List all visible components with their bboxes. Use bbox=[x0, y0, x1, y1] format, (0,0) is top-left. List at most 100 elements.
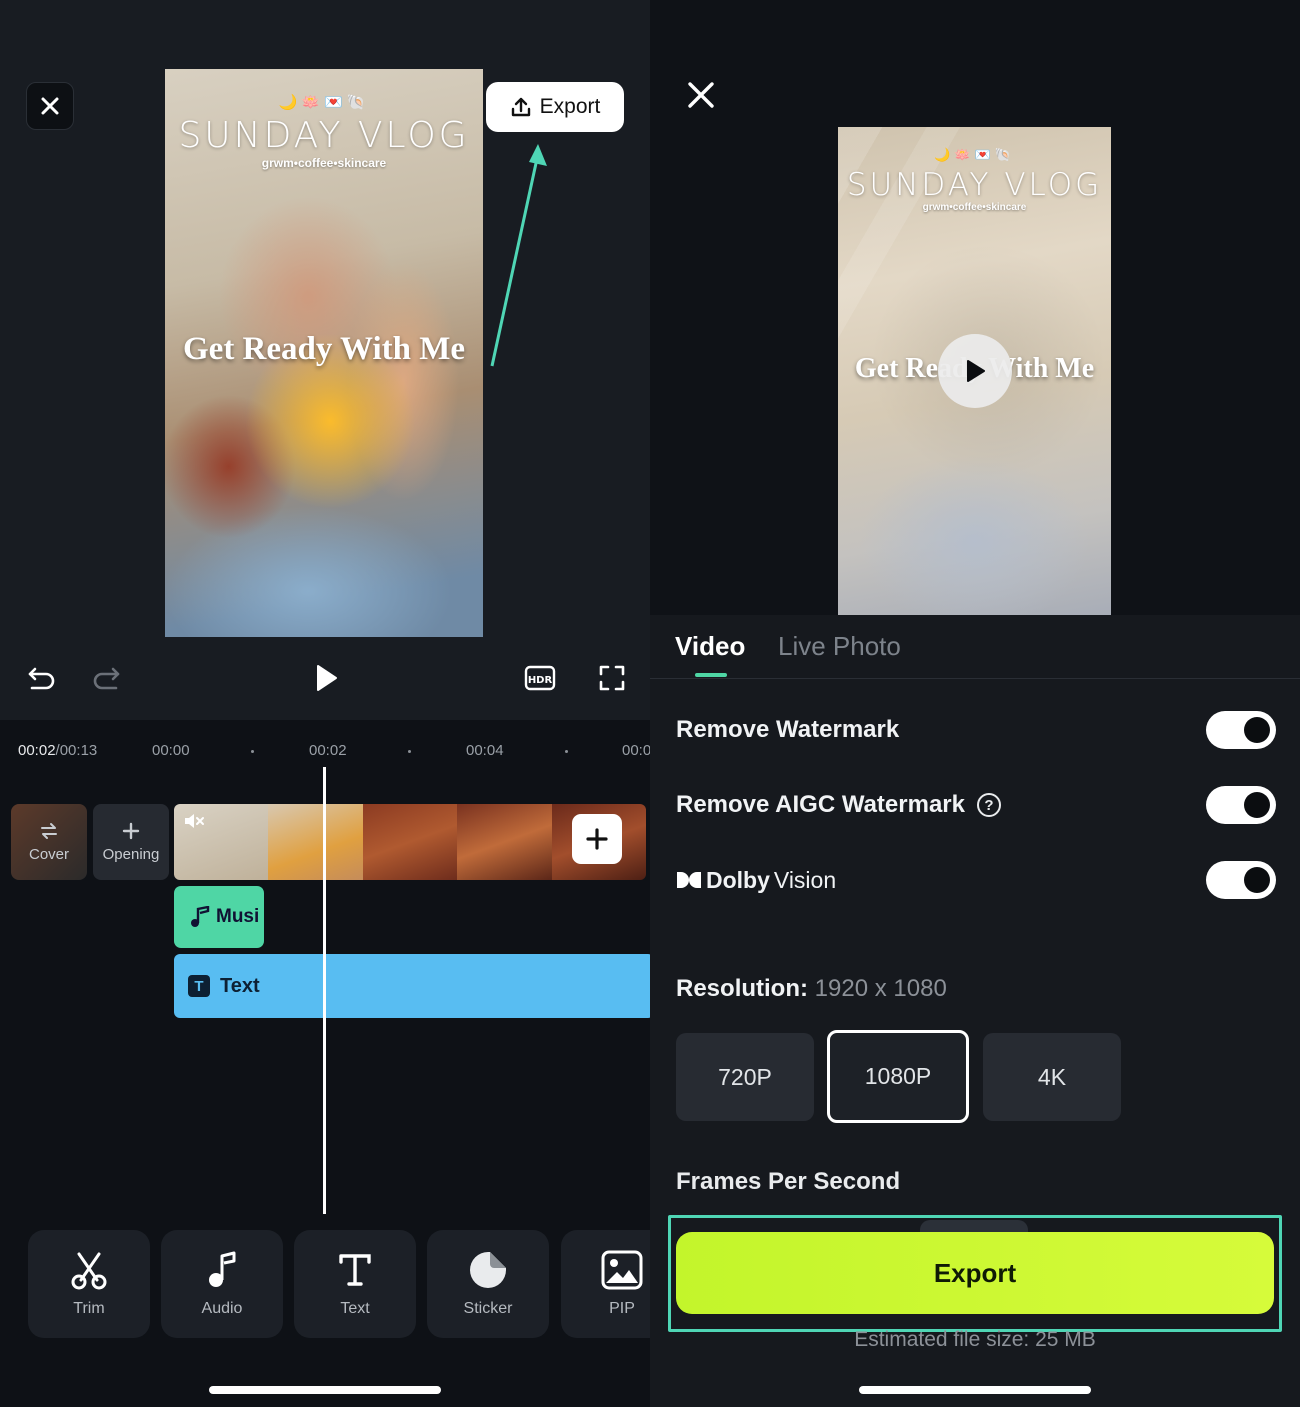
remove-watermark-label: Remove Watermark bbox=[676, 716, 900, 743]
ruler-dot bbox=[408, 750, 411, 753]
toolbar-label: PIP bbox=[609, 1300, 635, 1317]
dolby-vision-toggle[interactable] bbox=[1206, 861, 1276, 899]
plus-icon bbox=[122, 822, 140, 839]
export-video-preview[interactable]: 🌙🪷💌🐚 SUNDAY VLOG grwm•coffee•skincare Ge… bbox=[838, 127, 1111, 615]
play-icon bbox=[317, 665, 337, 691]
text-icon bbox=[339, 1254, 371, 1286]
remove-aigc-row: Remove AIGC Watermark ? bbox=[676, 785, 1276, 825]
remove-watermark-row: Remove Watermark bbox=[676, 710, 1276, 750]
sticker-icon bbox=[470, 1252, 506, 1288]
fps-heading: Frames Per Second bbox=[676, 1168, 901, 1195]
music-note-icon bbox=[209, 1251, 236, 1287]
resolution-720p-button[interactable]: 720P bbox=[676, 1033, 814, 1121]
add-clip-button[interactable] bbox=[572, 814, 622, 864]
cover-label: Cover bbox=[28, 845, 69, 863]
music-track[interactable]: Musi bbox=[174, 886, 264, 948]
play-button[interactable] bbox=[308, 660, 344, 696]
export-button[interactable]: Export bbox=[486, 82, 624, 132]
opening-button[interactable]: Opening bbox=[93, 804, 169, 880]
title-emojis: 🌙🪷💌🐚 bbox=[278, 94, 370, 111]
dolby-vision-row: Dolby Vision bbox=[676, 860, 1276, 900]
toolbar-label: Text bbox=[340, 1300, 370, 1317]
export-button-label: Export bbox=[539, 95, 601, 118]
text-track-icon: T bbox=[188, 975, 210, 997]
video-preview[interactable]: 🌙🪷💌🐚 SUNDAY VLOG grwm•coffee•skincare Ge… bbox=[165, 69, 483, 637]
home-indicator bbox=[859, 1386, 1091, 1394]
toolbar-text[interactable]: Text bbox=[294, 1230, 416, 1338]
active-tab-indicator bbox=[695, 673, 727, 677]
toolbar-trim[interactable]: Trim bbox=[28, 1230, 150, 1338]
redo-button[interactable] bbox=[88, 660, 124, 696]
preview-play-button[interactable] bbox=[938, 334, 1012, 408]
ruler-dot bbox=[251, 750, 254, 753]
dolby-logo-icon bbox=[677, 872, 701, 888]
toolbar-label: Sticker bbox=[463, 1300, 513, 1317]
export-tabs: Video Live Photo bbox=[650, 615, 1300, 679]
toggle-knob bbox=[1244, 717, 1270, 743]
resolution-value: 1920 x 1080 bbox=[814, 975, 947, 1002]
cover-button[interactable]: Cover bbox=[11, 804, 87, 880]
toolbar-pip[interactable]: PIP bbox=[561, 1230, 650, 1338]
export-panel: 🌙🪷💌🐚 SUNDAY VLOG grwm•coffee•skincare Ge… bbox=[650, 0, 1300, 1407]
resolution-1080p-button[interactable]: 1080P bbox=[827, 1030, 969, 1123]
home-indicator bbox=[209, 1386, 441, 1394]
clip-thumbnail bbox=[268, 804, 363, 880]
help-icon[interactable]: ? bbox=[976, 793, 1001, 817]
upload-icon bbox=[511, 97, 530, 117]
toolbar-label: Audio bbox=[201, 1300, 243, 1317]
clip-thumbnail bbox=[457, 804, 552, 880]
pip-icon bbox=[601, 1250, 643, 1290]
toggle-knob bbox=[1244, 792, 1270, 818]
video-caption: Get Ready With Me bbox=[183, 331, 465, 367]
total-time: /00:13 bbox=[55, 742, 98, 759]
tab-video[interactable]: Video bbox=[675, 631, 745, 662]
dolby-vision-label: Dolby Vision bbox=[676, 867, 836, 894]
fullscreen-icon bbox=[599, 665, 625, 691]
dolby-vision-text: Vision bbox=[773, 866, 837, 893]
export-confirm-button[interactable]: Export bbox=[676, 1232, 1274, 1314]
music-note-icon bbox=[191, 906, 210, 927]
close-editor-button[interactable] bbox=[26, 82, 74, 130]
mute-icon[interactable] bbox=[183, 812, 205, 830]
close-icon[interactable] bbox=[686, 80, 716, 110]
resolution-heading: Resolution: 1920 x 1080 bbox=[676, 975, 947, 1003]
remove-aigc-label: Remove AIGC Watermark ? bbox=[676, 791, 1001, 819]
text-track-label: Text bbox=[220, 974, 260, 997]
remove-watermark-toggle[interactable] bbox=[1206, 711, 1276, 749]
vlog-title: SUNDAY VLOG bbox=[846, 167, 1103, 203]
estimated-file-size: Estimated file size: 25 MB bbox=[854, 1328, 1096, 1351]
tab-live-photo[interactable]: Live Photo bbox=[778, 631, 901, 662]
fullscreen-button[interactable] bbox=[594, 660, 630, 696]
close-icon bbox=[41, 97, 59, 115]
ruler-tick: 00:02 bbox=[309, 742, 347, 759]
undo-icon bbox=[28, 667, 55, 690]
dolby-brand-text: Dolby bbox=[706, 866, 770, 893]
svg-text:HDR: HDR bbox=[528, 675, 553, 686]
timecode: 00:02/00:13 bbox=[18, 742, 97, 759]
resolution-4k-button[interactable]: 4K bbox=[983, 1033, 1121, 1121]
toolbar-label: Trim bbox=[73, 1300, 105, 1317]
scissors-icon bbox=[71, 1252, 107, 1290]
music-track-label: Musi bbox=[216, 906, 260, 927]
resolution-label: Resolution: bbox=[676, 975, 808, 1002]
play-icon bbox=[967, 360, 985, 382]
current-time: 00:02 bbox=[18, 742, 56, 759]
clip-thumbnail bbox=[362, 804, 458, 880]
redo-icon bbox=[93, 667, 120, 690]
ruler-tick: 00:0 bbox=[622, 742, 650, 759]
annotation-arrow bbox=[490, 144, 547, 367]
plus-icon bbox=[586, 828, 608, 850]
toolbar-audio[interactable]: Audio bbox=[161, 1230, 283, 1338]
text-track[interactable]: T Text bbox=[174, 954, 650, 1018]
remove-aigc-toggle[interactable] bbox=[1206, 786, 1276, 824]
vlog-subtitle: grwm•coffee•skincare bbox=[261, 156, 387, 170]
hdr-icon: HDR bbox=[524, 665, 556, 691]
undo-button[interactable] bbox=[24, 660, 60, 696]
ruler-tick: 00:04 bbox=[466, 742, 504, 759]
vlog-subtitle: grwm•coffee•skincare bbox=[922, 202, 1027, 213]
hdr-button[interactable]: HDR bbox=[522, 662, 558, 694]
toolbar-sticker[interactable]: Sticker bbox=[427, 1230, 549, 1338]
title-emojis: 🌙🪷💌🐚 bbox=[934, 147, 1015, 162]
opening-label: Opening bbox=[102, 845, 160, 863]
playhead[interactable] bbox=[323, 767, 326, 1214]
